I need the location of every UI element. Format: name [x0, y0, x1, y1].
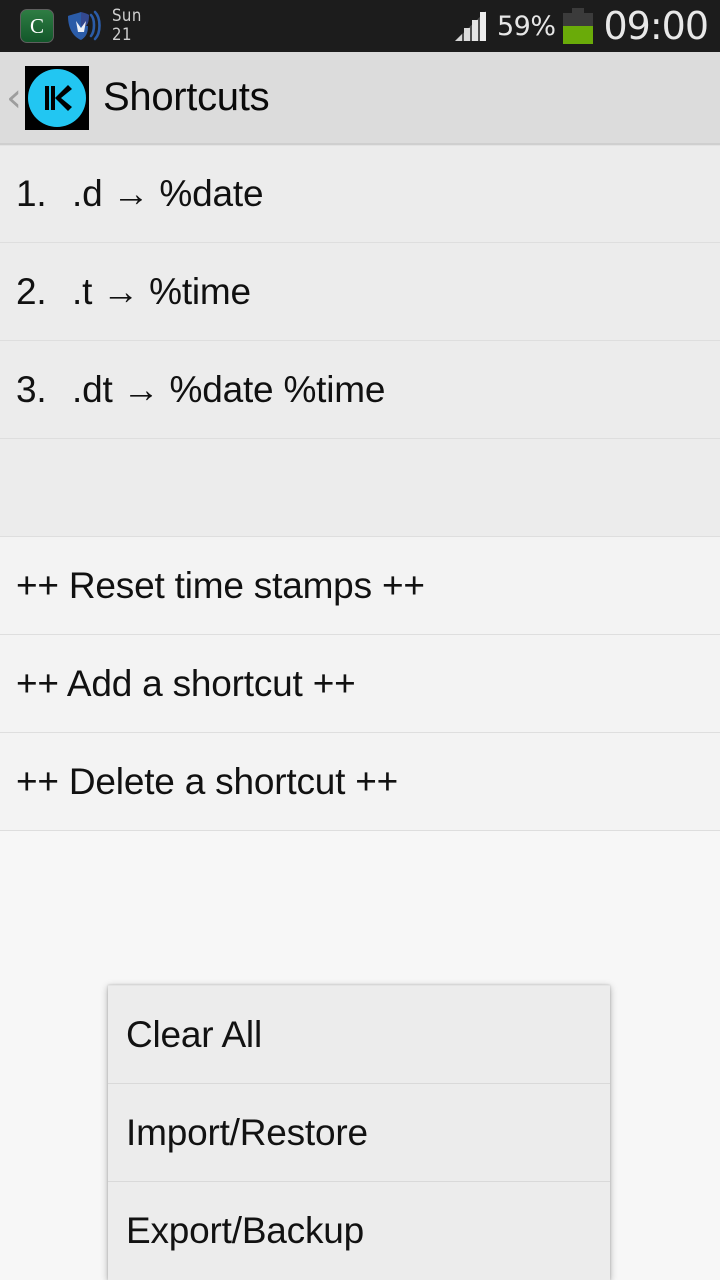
malwarebytes-shield-icon: [68, 10, 101, 41]
list-item[interactable]: 2. .t → %time: [0, 243, 720, 341]
battery-icon: [563, 8, 594, 44]
status-bar-weekday: Sun: [112, 6, 142, 26]
shortcuts-list: 1. .d → %date 2. .t → %time 3. .dt → %da…: [0, 145, 720, 831]
menu-item-clear-all[interactable]: Clear All: [108, 986, 610, 1084]
delete-shortcut-label: ++ Delete a shortcut ++: [16, 760, 399, 802]
reset-time-stamps-label: ++ Reset time stamps ++: [16, 564, 425, 606]
battery-percent-label: 59%: [496, 10, 556, 42]
battery-fill: [563, 25, 594, 44]
status-bar-clock: 09:00: [603, 4, 709, 48]
menu-item-export-backup[interactable]: Export/Backup: [108, 1182, 610, 1280]
menu-item-import-restore[interactable]: Import/Restore: [108, 1084, 610, 1182]
list-item[interactable]: 1. .d → %date: [0, 145, 720, 243]
status-bar-date: Sun 21: [112, 8, 142, 44]
add-shortcut-item[interactable]: ++ Add a shortcut ++: [0, 635, 720, 733]
shortcut-index: 2.: [16, 270, 47, 312]
app-logo-disc: [28, 68, 86, 127]
app-screen: C Sun 21 59% 09:00 ‹ Shortcuts 1. .d → %…: [0, 0, 720, 1280]
action-bar: ‹ Shortcuts: [0, 52, 720, 145]
menu-item-label: Export/Backup: [126, 1210, 365, 1251]
shortcut-text: .dt → %date %time: [72, 368, 386, 410]
status-bar-left: C Sun 21: [20, 8, 455, 44]
k-glyph-icon: [45, 84, 72, 111]
back-chevron-icon[interactable]: ‹: [6, 78, 22, 118]
page-title: Shortcuts: [103, 75, 270, 119]
shortcut-index: 1.: [16, 173, 47, 214]
status-bar: C Sun 21 59% 09:00: [0, 0, 720, 52]
battery-body: [563, 13, 594, 44]
reset-time-stamps-item[interactable]: ++ Reset time stamps ++: [0, 537, 720, 635]
list-item[interactable]: 3. .dt → %date %time: [0, 341, 720, 439]
status-bar-daynum: 21: [112, 25, 132, 45]
overflow-popup-menu: Clear All Import/Restore Export/Backup: [108, 985, 610, 1280]
list-item-empty: [0, 439, 720, 537]
app-logo-icon[interactable]: [25, 65, 89, 130]
clean-master-icon: C: [20, 9, 54, 43]
delete-shortcut-item[interactable]: ++ Delete a shortcut ++: [0, 733, 720, 831]
signal-strength-icon: [454, 11, 486, 41]
shortcut-text: .d → %date: [72, 173, 264, 214]
shortcut-index: 3.: [16, 368, 47, 410]
status-bar-right: 59% 09:00: [454, 4, 709, 48]
menu-item-label: Import/Restore: [126, 1111, 368, 1153]
clean-master-icon-letter: C: [29, 13, 44, 38]
menu-item-label: Clear All: [126, 1013, 262, 1055]
shortcut-text: .t → %time: [72, 270, 251, 312]
add-shortcut-label: ++ Add a shortcut ++: [16, 662, 356, 704]
